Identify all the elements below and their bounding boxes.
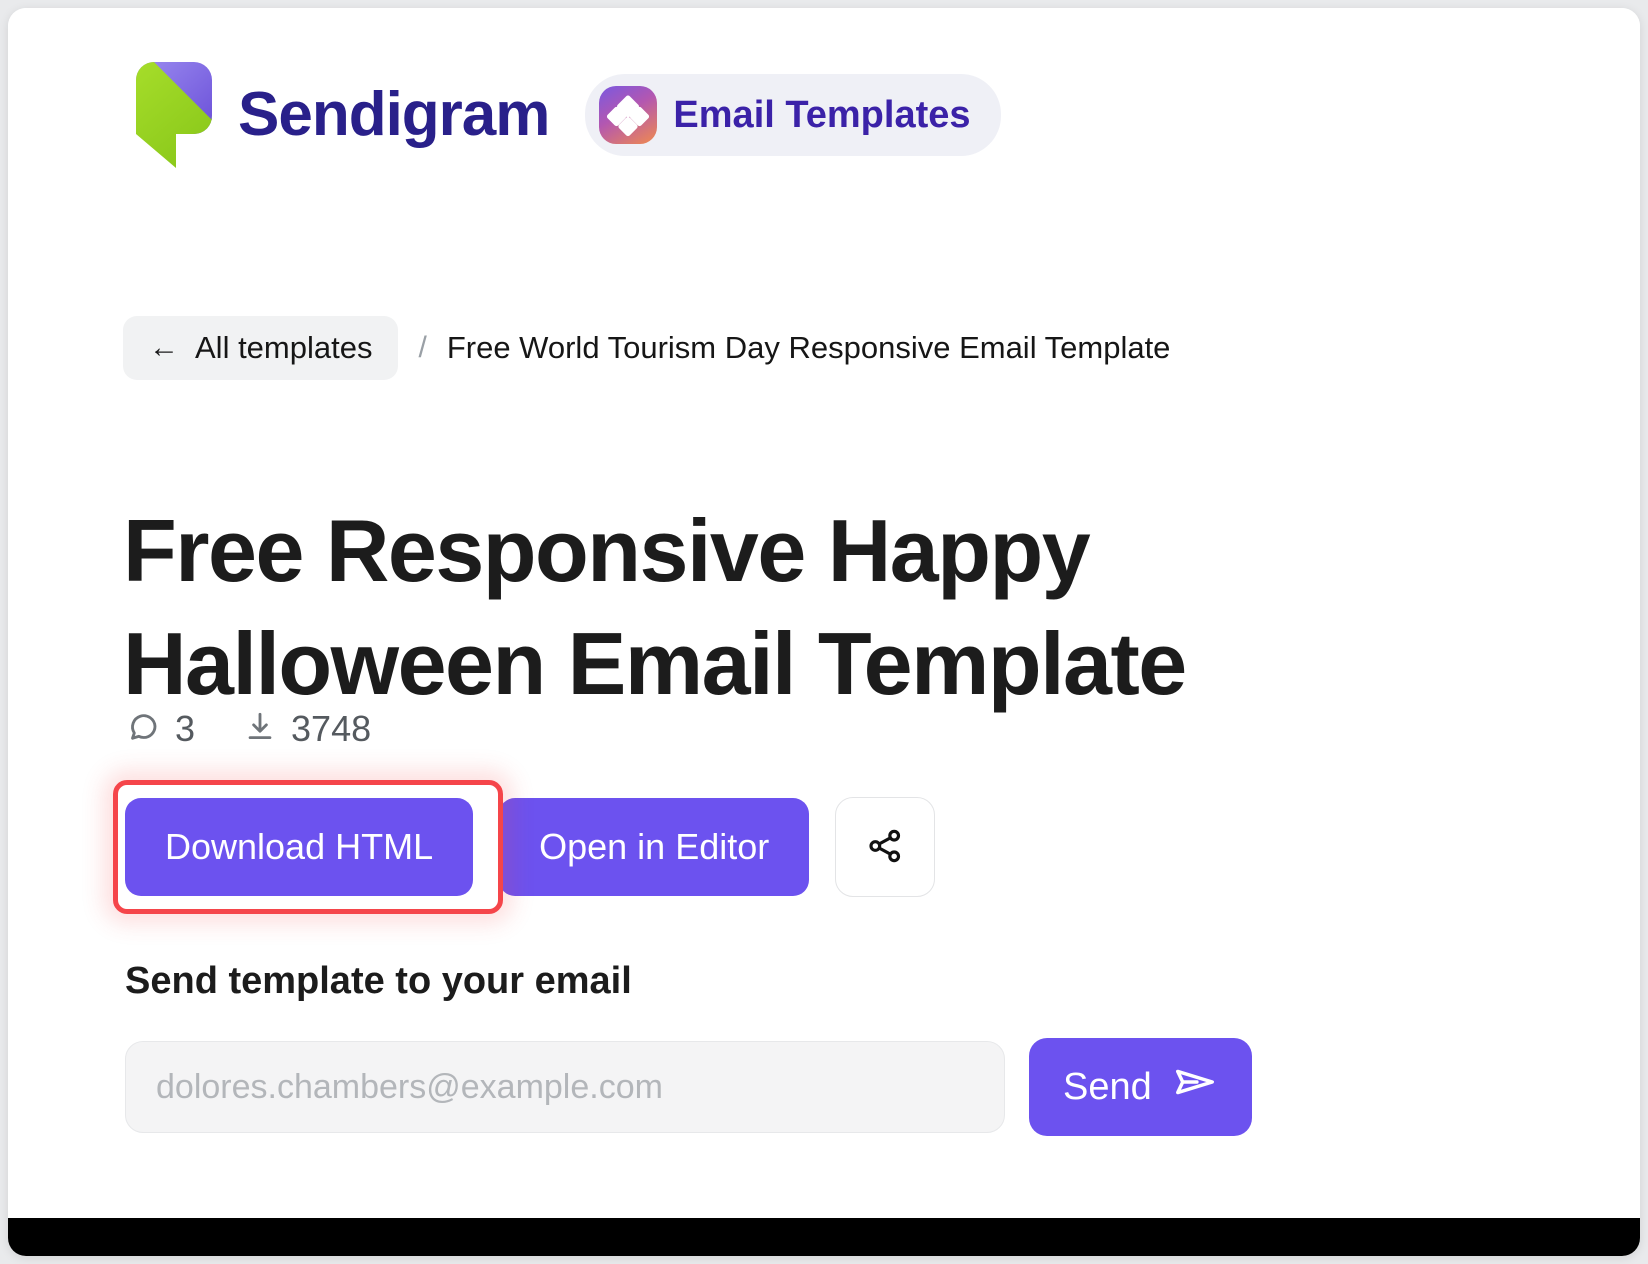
- paper-plane-icon: [1172, 1059, 1218, 1115]
- email-templates-badge[interactable]: Email Templates: [585, 74, 1001, 156]
- send-button[interactable]: Send: [1029, 1038, 1252, 1136]
- browser-window: Sendigram Email Templates ← All template…: [8, 8, 1640, 1256]
- page-title: Free Responsive Happy Halloween Email Te…: [123, 500, 1187, 713]
- comments-count: 3: [175, 708, 196, 749]
- download-html-button[interactable]: Download HTML: [125, 798, 474, 896]
- comments-stat: 3: [125, 708, 195, 750]
- send-template-form: Send: [125, 1038, 1252, 1136]
- download-icon: [243, 710, 277, 749]
- diamonds-grid-icon: [599, 86, 658, 144]
- all-templates-label: All templates: [195, 330, 373, 365]
- all-templates-button[interactable]: ← All templates: [123, 316, 399, 380]
- email-input[interactable]: [125, 1041, 1005, 1133]
- share-network-icon: [865, 826, 905, 869]
- downloads-stat: 3748: [243, 708, 371, 750]
- share-button[interactable]: [835, 797, 936, 897]
- breadcrumb: ← All templates / Free World Tourism Day…: [123, 316, 1170, 380]
- action-buttons: Download HTML Open in Editor: [125, 797, 936, 897]
- brand-name: Sendigram: [238, 80, 550, 149]
- send-template-label: Send template to your email: [125, 960, 632, 1002]
- badge-label: Email Templates: [673, 93, 971, 136]
- page-viewport: Sendigram Email Templates ← All template…: [8, 8, 1640, 1218]
- downloads-count: 3748: [291, 708, 372, 749]
- comment-bubble-icon: [125, 709, 161, 750]
- brand-header: Sendigram Email Templates: [120, 60, 1001, 170]
- template-stats: 3 3748: [125, 708, 371, 750]
- open-in-editor-button[interactable]: Open in Editor: [499, 798, 810, 896]
- breadcrumb-separator: /: [418, 331, 427, 364]
- breadcrumb-current: Free World Tourism Day Responsive Email …: [446, 330, 1171, 365]
- send-button-label: Send: [1063, 1065, 1152, 1108]
- sendigram-logo-icon[interactable]: [120, 60, 212, 170]
- window-bottom-bar: [8, 1218, 1640, 1256]
- arrow-left-icon: ←: [149, 331, 179, 364]
